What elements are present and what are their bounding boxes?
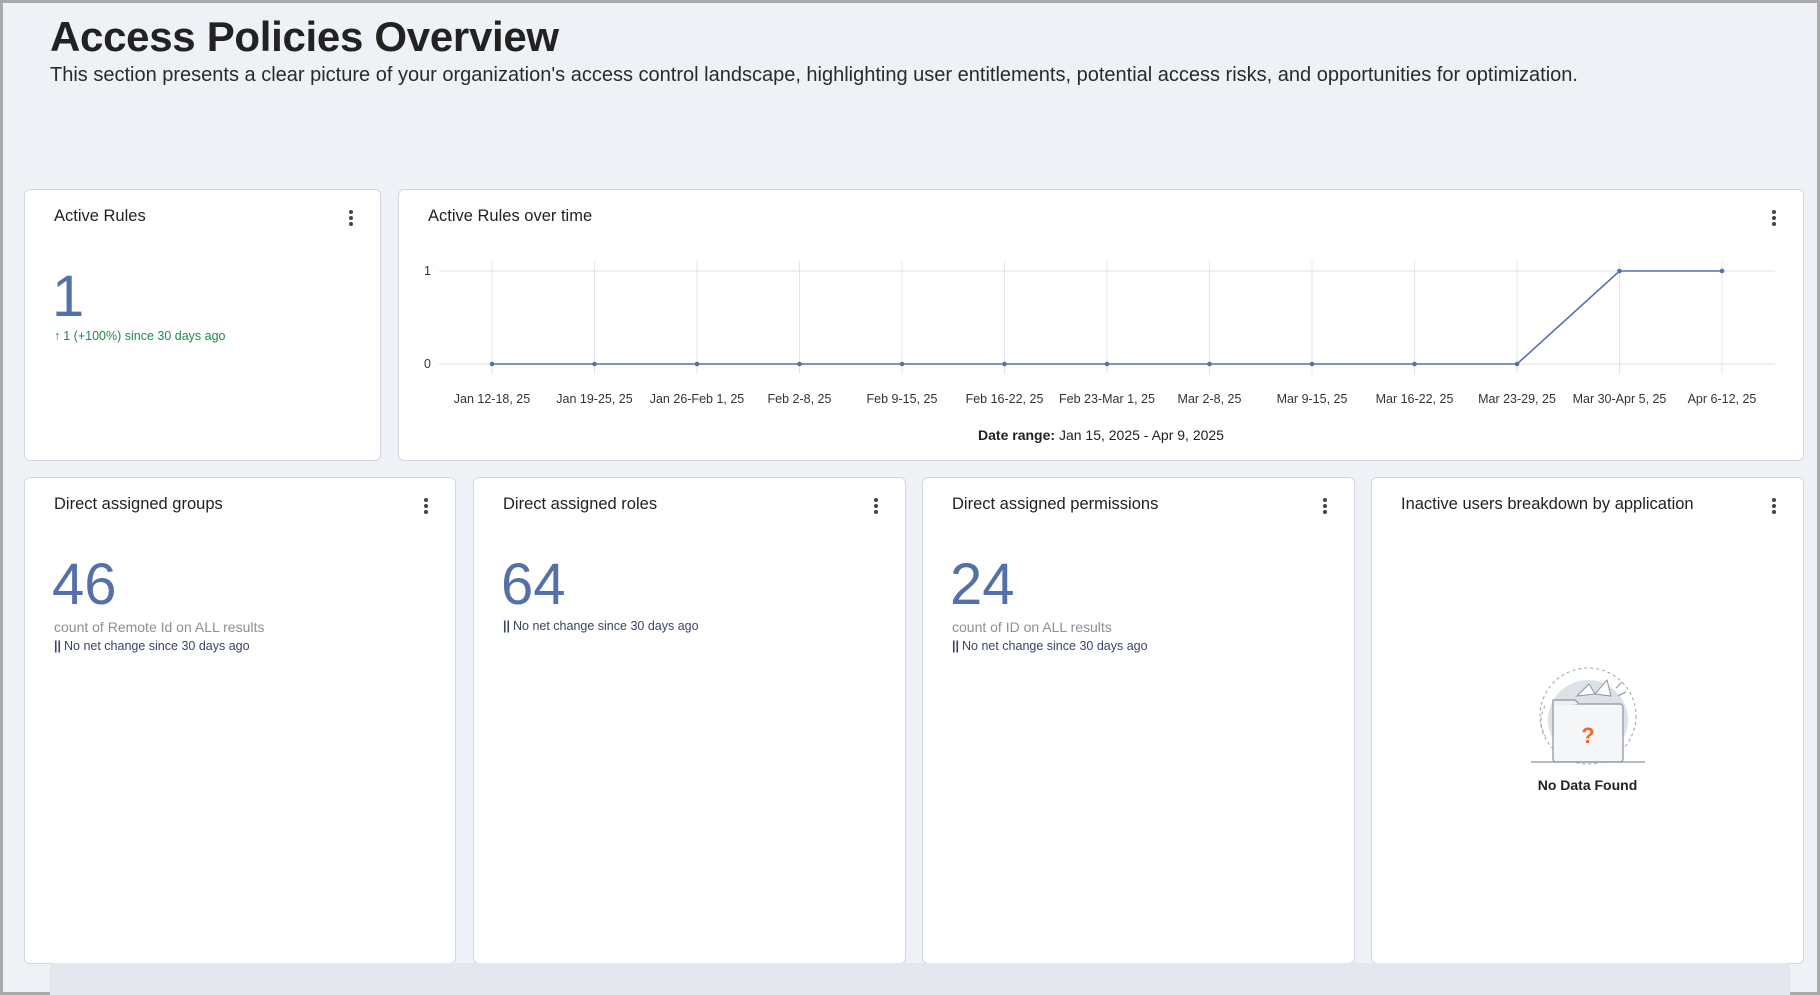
x-tick-label: Mar 9-15, 25 [1277,392,1348,406]
date-range-label: Date range: [978,427,1056,443]
trend-text: No net change since 30 days ago [513,619,699,633]
x-tick-label: Mar 2-8, 25 [1178,392,1242,406]
direct-assigned-permissions-card: Direct assigned permissions 24 count of … [922,477,1355,964]
metric-value: 1 [52,264,85,329]
metric-value: 24 [950,552,1015,617]
empty-state: ? No Data Found [1372,666,1803,793]
x-tick-label: Jan 26-Feb 1, 25 [650,392,745,406]
x-tick-label: Feb 23-Mar 1, 25 [1059,392,1155,406]
data-point [1514,361,1520,367]
active-rules-over-time-card: Active Rules over time 0 1 Jan 12-18, 25 Ja… [398,189,1804,461]
no-change-icon: || [54,639,61,653]
more-options-icon[interactable] [344,210,358,226]
metric-subtitle: count of Remote Id on ALL results [54,619,265,635]
more-options-icon[interactable] [1767,498,1781,514]
x-tick-label: Jan 19-25, 25 [556,392,632,406]
trend-text: No net change since 30 days ago [962,639,1148,653]
direct-assigned-groups-card: Direct assigned groups 46 count of Remot… [24,477,456,964]
metric-value: 46 [52,552,117,617]
trend-indicator: || No net change since 30 days ago [54,639,250,653]
inactive-users-card: Inactive users breakdown by application … [1371,477,1804,964]
svg-text:?: ? [1581,723,1594,748]
active-rules-card: Active Rules 1 ↑ 1 (+100%) since 30 days … [24,189,381,461]
x-tick-label: Feb 16-22, 25 [966,392,1044,406]
card-title: Direct assigned roles [503,495,658,513]
data-point [899,361,905,367]
data-point [1002,361,1007,367]
data-point [1617,268,1622,274]
page-description: This section presents a clear picture of… [50,64,1578,87]
x-tick-label: Jan 12-18, 25 [454,392,530,406]
metric-subtitle: count of ID on ALL results [952,619,1112,635]
card-title: Direct assigned groups [54,495,223,513]
page-title: Access Policies Overview [50,13,559,60]
metric-value: 64 [501,552,566,617]
no-change-icon: || [503,619,510,633]
card-title: Direct assigned permissions [952,495,1159,513]
page-header: Access Policies Overview This section pr… [50,13,1797,87]
trend-text: No net change since 30 days ago [64,639,250,653]
data-point [797,361,802,367]
y-tick-label: 1 [424,264,431,278]
bottom-panel-edge [50,963,1790,995]
data-point [1104,361,1110,367]
card-title: Inactive users breakdown by application [1401,495,1694,513]
more-options-icon[interactable] [1318,498,1332,514]
more-options-icon[interactable] [869,498,883,514]
arrow-up-icon: ↑ [54,329,61,343]
y-tick-label: 0 [424,357,431,371]
trend-indicator: ↑ 1 (+100%) since 30 days ago [54,329,226,343]
x-tick-label: Mar 16-22, 25 [1376,392,1454,406]
direct-assigned-roles-card: Direct assigned roles 64 || No net change… [473,477,906,964]
line-chart: 0 1 Jan 12-18, 25 Jan 19-25, 25 Jan 26-Feb 1… [424,261,1775,406]
x-tick-label: Apr 6-12, 25 [1688,392,1757,406]
no-change-icon: || [952,639,959,653]
data-point [489,361,495,367]
date-range: Date range: Jan 15, 2025 - Apr 9, 2025 [399,427,1803,443]
x-tick-label: Feb 2-8, 25 [768,392,832,406]
trend-indicator: || No net change since 30 days ago [503,619,699,633]
trend-indicator: || No net change since 30 days ago [952,639,1148,653]
data-point [1207,361,1212,367]
x-tick-label: Feb 9-15, 25 [867,392,938,406]
data-point [1719,268,1725,274]
date-range-value: Jan 15, 2025 - Apr 9, 2025 [1058,427,1224,443]
data-point [592,361,597,367]
empty-folder-icon: ? [1530,667,1645,765]
x-tick-label: Mar 23-29, 25 [1478,392,1556,406]
more-options-icon[interactable] [419,498,433,514]
x-tick-label: Mar 30-Apr 5, 25 [1573,392,1667,406]
trend-text: 1 (+100%) since 30 days ago [63,329,226,343]
data-point [1412,361,1417,367]
data-point [694,361,700,367]
data-point [1309,361,1315,367]
card-title: Active Rules [54,207,146,225]
empty-state-label: No Data Found [1537,777,1638,793]
